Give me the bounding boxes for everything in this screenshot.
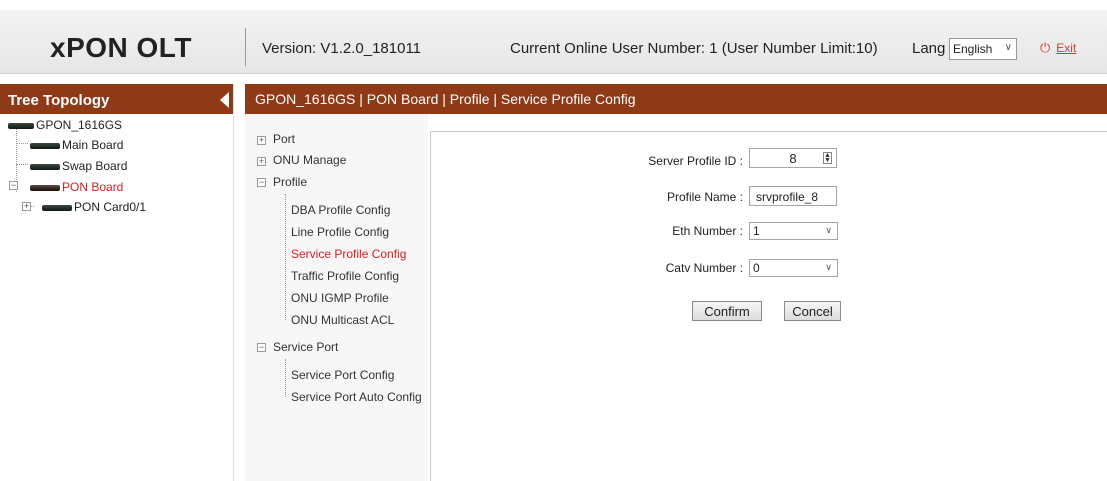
exit-link[interactable]: ⏻ Exit	[1040, 40, 1076, 56]
exit-label: Exit	[1056, 41, 1077, 55]
chevron-down-icon: ∨	[825, 225, 832, 235]
collapse-icon[interactable]: −	[257, 178, 266, 187]
menu-item-service-port-config[interactable]: Service Port Config	[291, 368, 394, 382]
expand-icon[interactable]: +	[22, 202, 31, 211]
device-icon	[30, 184, 60, 191]
version-text: Version: V1.2.0_181011	[262, 40, 422, 57]
server-profile-id-label: Server Profile ID :	[648, 154, 743, 168]
expand-icon[interactable]: −	[9, 181, 18, 190]
catv-number-select[interactable]: 0 ∨	[749, 259, 838, 277]
menu-item-service-port[interactable]: Service Port	[273, 340, 338, 354]
eth-number-label: Eth Number :	[672, 224, 743, 238]
expand-icon[interactable]: +	[257, 157, 266, 166]
eth-number-value: 1	[753, 224, 760, 238]
function-menu: + Port + ONU Manage − Profile DBA Profil…	[245, 114, 428, 481]
header-divider	[245, 28, 246, 66]
chevron-down-icon: ∨	[1004, 42, 1012, 53]
server-profile-id-value: 8	[789, 151, 797, 166]
device-icon	[30, 142, 60, 149]
collapse-panel-icon[interactable]	[220, 92, 229, 108]
tree-topology-panel: Tree Topology GPON_1616GS Main Board Swa…	[0, 84, 234, 481]
menu-item-line-profile[interactable]: Line Profile Config	[291, 225, 389, 239]
profile-name-label: Profile Name :	[666, 190, 743, 204]
bookmark-bar	[0, 0, 1107, 10]
tree-node-label: Main Board	[62, 138, 124, 152]
menu-item-service-profile[interactable]: Service Profile Config	[291, 247, 406, 261]
tree-topology-header: Tree Topology	[0, 84, 233, 114]
eth-number-select[interactable]: 1 ∨	[749, 222, 838, 240]
cancel-button[interactable]: Concel	[784, 301, 841, 321]
app-logo: xPON OLT	[50, 32, 192, 63]
breadcrumb: GPON_1616GS | PON Board | Profile | Serv…	[245, 84, 1107, 114]
menu-item-onu-manage[interactable]: ONU Manage	[273, 153, 346, 167]
app-header: xPON OLT Version: V1.2.0_181011 Current …	[0, 10, 1107, 74]
spinner-arrows-icon[interactable]: ▲ ▼	[823, 152, 832, 164]
device-icon	[42, 204, 72, 211]
profile-name-input[interactable]: srvprofile_8	[749, 186, 837, 206]
online-user-count: Current Online User Number: 1 (User Numb…	[510, 40, 878, 57]
tree-node-label: PON Board	[62, 180, 124, 194]
tree-topology-title: Tree Topology	[8, 92, 110, 109]
language-select-value: English	[953, 42, 993, 56]
menu-item-dba-profile[interactable]: DBA Profile Config	[291, 203, 390, 217]
menu-connector	[285, 359, 286, 397]
tree-node-root[interactable]: GPON_1616GS	[8, 118, 122, 132]
power-icon: ⏻	[1040, 40, 1051, 55]
menu-item-profile[interactable]: Profile	[273, 175, 307, 189]
tree-node-swap-board[interactable]: Swap Board	[30, 159, 127, 173]
server-profile-id-input[interactable]: 8 ▲ ▼	[749, 148, 837, 168]
tree-node-label: PON Card0/1	[74, 200, 147, 214]
catv-number-value: 0	[753, 261, 760, 275]
catv-number-label: Catv Number :	[665, 261, 743, 275]
tree-connector	[16, 164, 28, 165]
menu-item-traffic-profile[interactable]: Traffic Profile Config	[291, 269, 399, 283]
tree-node-label: Swap Board	[62, 159, 128, 173]
lang-label: Lang	[912, 40, 946, 57]
tree-node-pon-card[interactable]: PON Card0/1	[42, 200, 146, 214]
tree-connector	[16, 143, 28, 144]
tree-node-pon-board[interactable]: PON Board	[30, 180, 123, 194]
menu-item-port[interactable]: Port	[273, 132, 295, 146]
menu-item-onu-multicast-acl[interactable]: ONU Multicast ACL	[291, 313, 394, 327]
tree-node-label: GPON_1616GS	[36, 118, 123, 132]
chevron-down-icon: ∨	[825, 262, 832, 272]
language-select[interactable]: English ∨	[949, 38, 1017, 60]
menu-connector	[285, 194, 286, 320]
expand-icon[interactable]: +	[257, 136, 266, 145]
menu-item-service-port-auto-config[interactable]: Service Port Auto Config	[291, 390, 422, 404]
menu-item-onu-igmp-profile[interactable]: ONU IGMP Profile	[291, 291, 389, 305]
device-icon	[30, 163, 60, 170]
tree-node-main-board[interactable]: Main Board	[30, 138, 123, 152]
device-icon	[8, 122, 34, 129]
collapse-icon[interactable]: −	[257, 343, 266, 352]
confirm-button[interactable]: Confirm	[692, 301, 762, 321]
service-profile-form: Server Profile ID : 8 ▲ ▼ Profile Name : …	[430, 131, 1107, 481]
